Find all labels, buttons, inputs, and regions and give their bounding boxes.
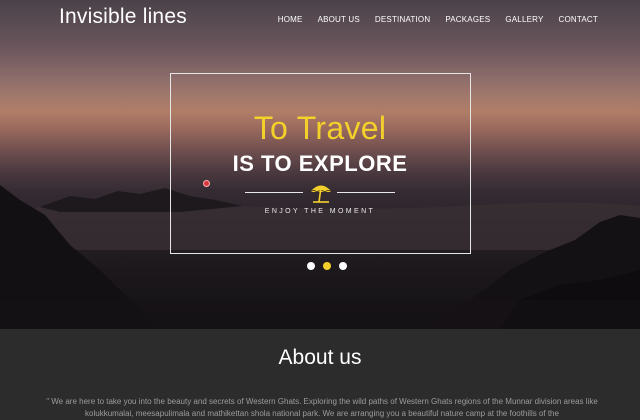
site-logo[interactable]: Invisible lines [59, 5, 187, 29]
slider-dots [307, 262, 347, 270]
nav-item-gallery[interactable]: GALLERY [505, 15, 543, 24]
slide-dot-3[interactable] [339, 262, 347, 270]
location-marker-icon[interactable] [203, 180, 210, 187]
nav-item-about-us[interactable]: ABOUT US [318, 15, 360, 24]
about-text: " We are here to take you into the beaut… [46, 397, 598, 418]
hero-tagline: ENJOY THE MOMENT [264, 208, 376, 215]
hero-banner: Invisible lines HOME ABOUT US DESTINATIO… [0, 0, 640, 329]
nav-item-home[interactable]: HOME [278, 15, 303, 24]
nav-item-packages[interactable]: PACKAGES [445, 15, 490, 24]
about-section: About us " We are here to take you into … [0, 329, 640, 420]
divider-right [337, 192, 395, 193]
nav-item-contact[interactable]: CONTACT [559, 15, 598, 24]
beach-umbrella-icon [309, 185, 333, 203]
nav-item-destination[interactable]: DESTINATION [375, 15, 430, 24]
divider-left [245, 192, 303, 193]
slide-dot-2[interactable] [323, 262, 331, 270]
about-title: About us [278, 346, 362, 369]
main-nav: HOME ABOUT US DESTINATION PACKAGES GALLE… [263, 15, 598, 24]
slide-dot-1[interactable] [307, 262, 315, 270]
hero-title: To Travel [253, 110, 387, 146]
hero-subtitle: IS TO EXPLORE [232, 151, 408, 176]
